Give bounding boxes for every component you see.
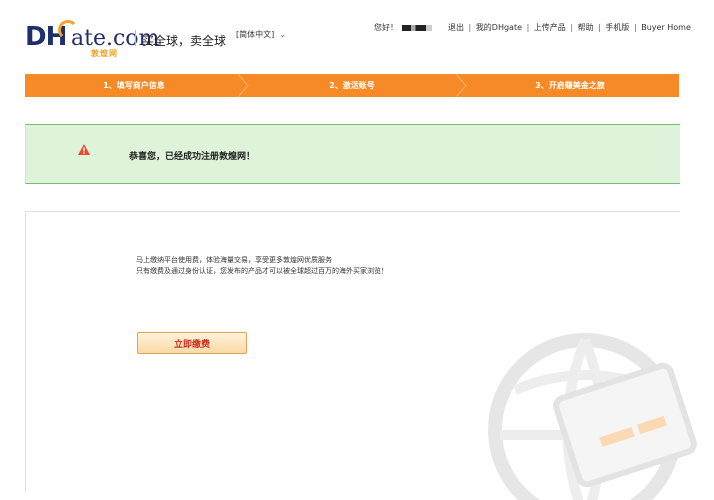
step-1: 1、填写商户信息 <box>25 74 249 97</box>
payment-info-line-2: 只有缴费及通过身份认证，您发布的产品才可以被全球超过百万的海外买家浏览！ <box>136 267 388 275</box>
link-upload-product[interactable]: 上传产品 <box>534 23 566 32</box>
success-message: 恭喜您，已经成功注册敦煌网！ <box>129 152 256 162</box>
language-selector[interactable]: [简体中文] ⌄ <box>236 29 286 40</box>
user-greeting: 您好！ <box>374 22 432 33</box>
globe-card-watermark-icon <box>488 333 697 500</box>
dhgate-logo[interactable]: DH ate.com 敦煌网 <box>25 20 159 58</box>
site-tagline: 买全球，卖全球 <box>142 34 227 48</box>
payment-info-line-1: 马上缴纳平台使用费，体验海量交易，享受更多敦煌网优质服务 <box>136 256 332 264</box>
link-separator: | <box>598 23 601 32</box>
pay-now-button[interactable]: 立即缴费 <box>137 332 247 354</box>
link-buyer-home[interactable]: Buyer Home <box>641 23 691 32</box>
link-logout[interactable]: 退出 <box>448 23 464 32</box>
link-mobile[interactable]: 手机版 <box>605 23 629 32</box>
logo-subtitle: 敦煌网 <box>91 49 118 58</box>
warning-icon <box>78 144 90 155</box>
link-separator: | <box>633 23 637 32</box>
link-separator: | <box>570 23 574 32</box>
step-label: 2、激活账号 <box>329 81 375 90</box>
link-separator: | <box>468 23 472 32</box>
step-2: 2、激活账号 <box>243 74 467 97</box>
link-help[interactable]: 帮助 <box>578 23 594 32</box>
step-label: 3、开启赚美金之旅 <box>535 81 605 90</box>
link-separator: | <box>526 23 530 32</box>
language-label: [简体中文] <box>236 30 275 39</box>
chevron-down-icon: ⌄ <box>279 30 286 39</box>
success-banner <box>25 124 680 184</box>
link-my-dhgate[interactable]: 我的DHgate <box>476 23 522 32</box>
top-links: 退出 | 我的DHgate | 上传产品 | 帮助 | 手机版 | Buyer … <box>448 22 691 33</box>
greeting-text: 您好！ <box>374 23 398 32</box>
header-divider <box>135 30 136 46</box>
step-3: 3、开启赚美金之旅 <box>461 74 679 97</box>
registration-steps-bar: 1、填写商户信息 2、激活账号 3、开启赚美金之旅 <box>25 74 679 97</box>
masked-username <box>402 24 432 31</box>
step-label: 1、填写商户信息 <box>103 81 165 90</box>
